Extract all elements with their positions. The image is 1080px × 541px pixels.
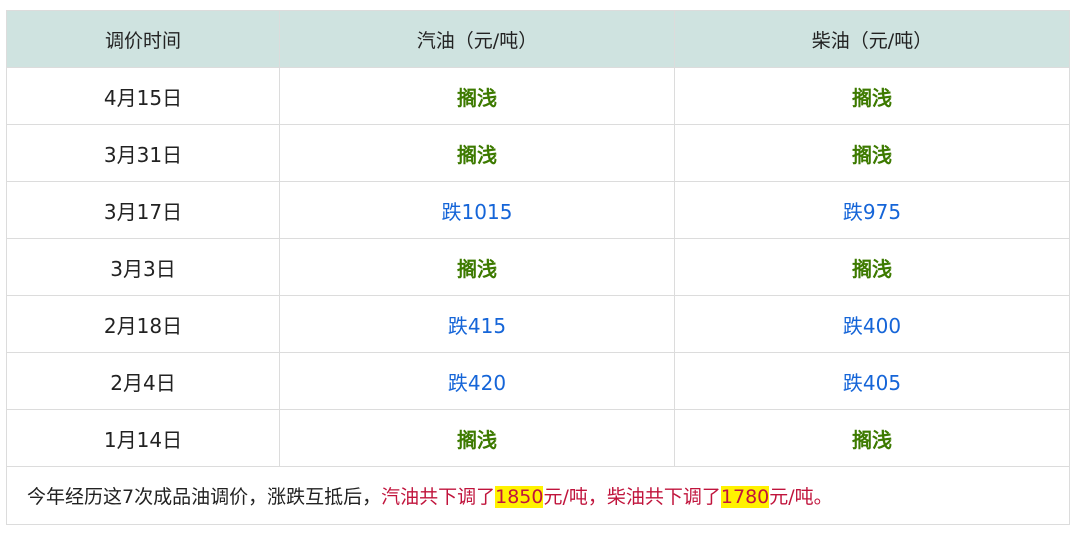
cell-diesel: 跌400 [674,295,1070,353]
summary-row: 今年经历这7次成品油调价，涨跌互抵后，汽油共下调了1850元/吨，柴油共下调了1… [6,466,1070,525]
cell-gasoline: 跌420 [279,352,675,410]
summary-diesel-text: 柴油共下调了 [606,486,721,508]
cell-date: 4月15日 [6,67,280,125]
table-row: 2月18日 跌415 跌400 [6,295,1070,353]
cell-diesel: 搁浅 [674,124,1070,182]
summary-diesel-unit: 元/吨。 [769,486,833,508]
summary-cell: 今年经历这7次成品油调价，涨跌互抵后，汽油共下调了1850元/吨，柴油共下调了1… [6,466,1070,525]
cell-diesel: 搁浅 [674,67,1070,125]
header-gasoline: 汽油（元/吨） [279,10,675,68]
cell-diesel: 跌405 [674,352,1070,410]
price-adjustment-table: 调价时间 汽油（元/吨） 柴油（元/吨） 4月15日 搁浅 搁浅 3月31日 搁… [6,10,1070,525]
cell-gasoline: 搁浅 [279,409,675,467]
summary-gasoline-text: 汽油共下调了 [381,486,496,508]
cell-date: 1月14日 [6,409,280,467]
cell-gasoline: 跌1015 [279,181,675,239]
cell-diesel: 搁浅 [674,238,1070,296]
cell-gasoline: 搁浅 [279,238,675,296]
summary-diesel-value: 1780 [720,486,770,508]
cell-date: 3月17日 [6,181,280,239]
summary-prefix: 今年经历这7次成品油调价，涨跌互抵后， [27,486,382,508]
header-diesel: 柴油（元/吨） [674,10,1070,68]
cell-date: 2月4日 [6,352,280,410]
table-row: 3月3日 搁浅 搁浅 [6,238,1070,296]
cell-gasoline: 搁浅 [279,124,675,182]
summary-gasoline-unit: 元/吨， [543,486,607,508]
header-date: 调价时间 [6,10,280,68]
cell-date: 3月31日 [6,124,280,182]
table-header-row: 调价时间 汽油（元/吨） 柴油（元/吨） [6,10,1070,68]
table-row: 3月17日 跌1015 跌975 [6,181,1070,239]
table-row: 3月31日 搁浅 搁浅 [6,124,1070,182]
summary-gasoline-value: 1850 [495,486,544,508]
table-row: 1月14日 搁浅 搁浅 [6,409,1070,467]
cell-diesel: 跌975 [674,181,1070,239]
cell-gasoline: 跌415 [279,295,675,353]
cell-diesel: 搁浅 [674,409,1070,467]
table-row: 4月15日 搁浅 搁浅 [6,67,1070,125]
cell-date: 3月3日 [6,238,280,296]
cell-gasoline: 搁浅 [279,67,675,125]
table-row: 2月4日 跌420 跌405 [6,352,1070,410]
price-adjustment-table-container: 调价时间 汽油（元/吨） 柴油（元/吨） 4月15日 搁浅 搁浅 3月31日 搁… [6,10,1070,525]
cell-date: 2月18日 [6,295,280,353]
